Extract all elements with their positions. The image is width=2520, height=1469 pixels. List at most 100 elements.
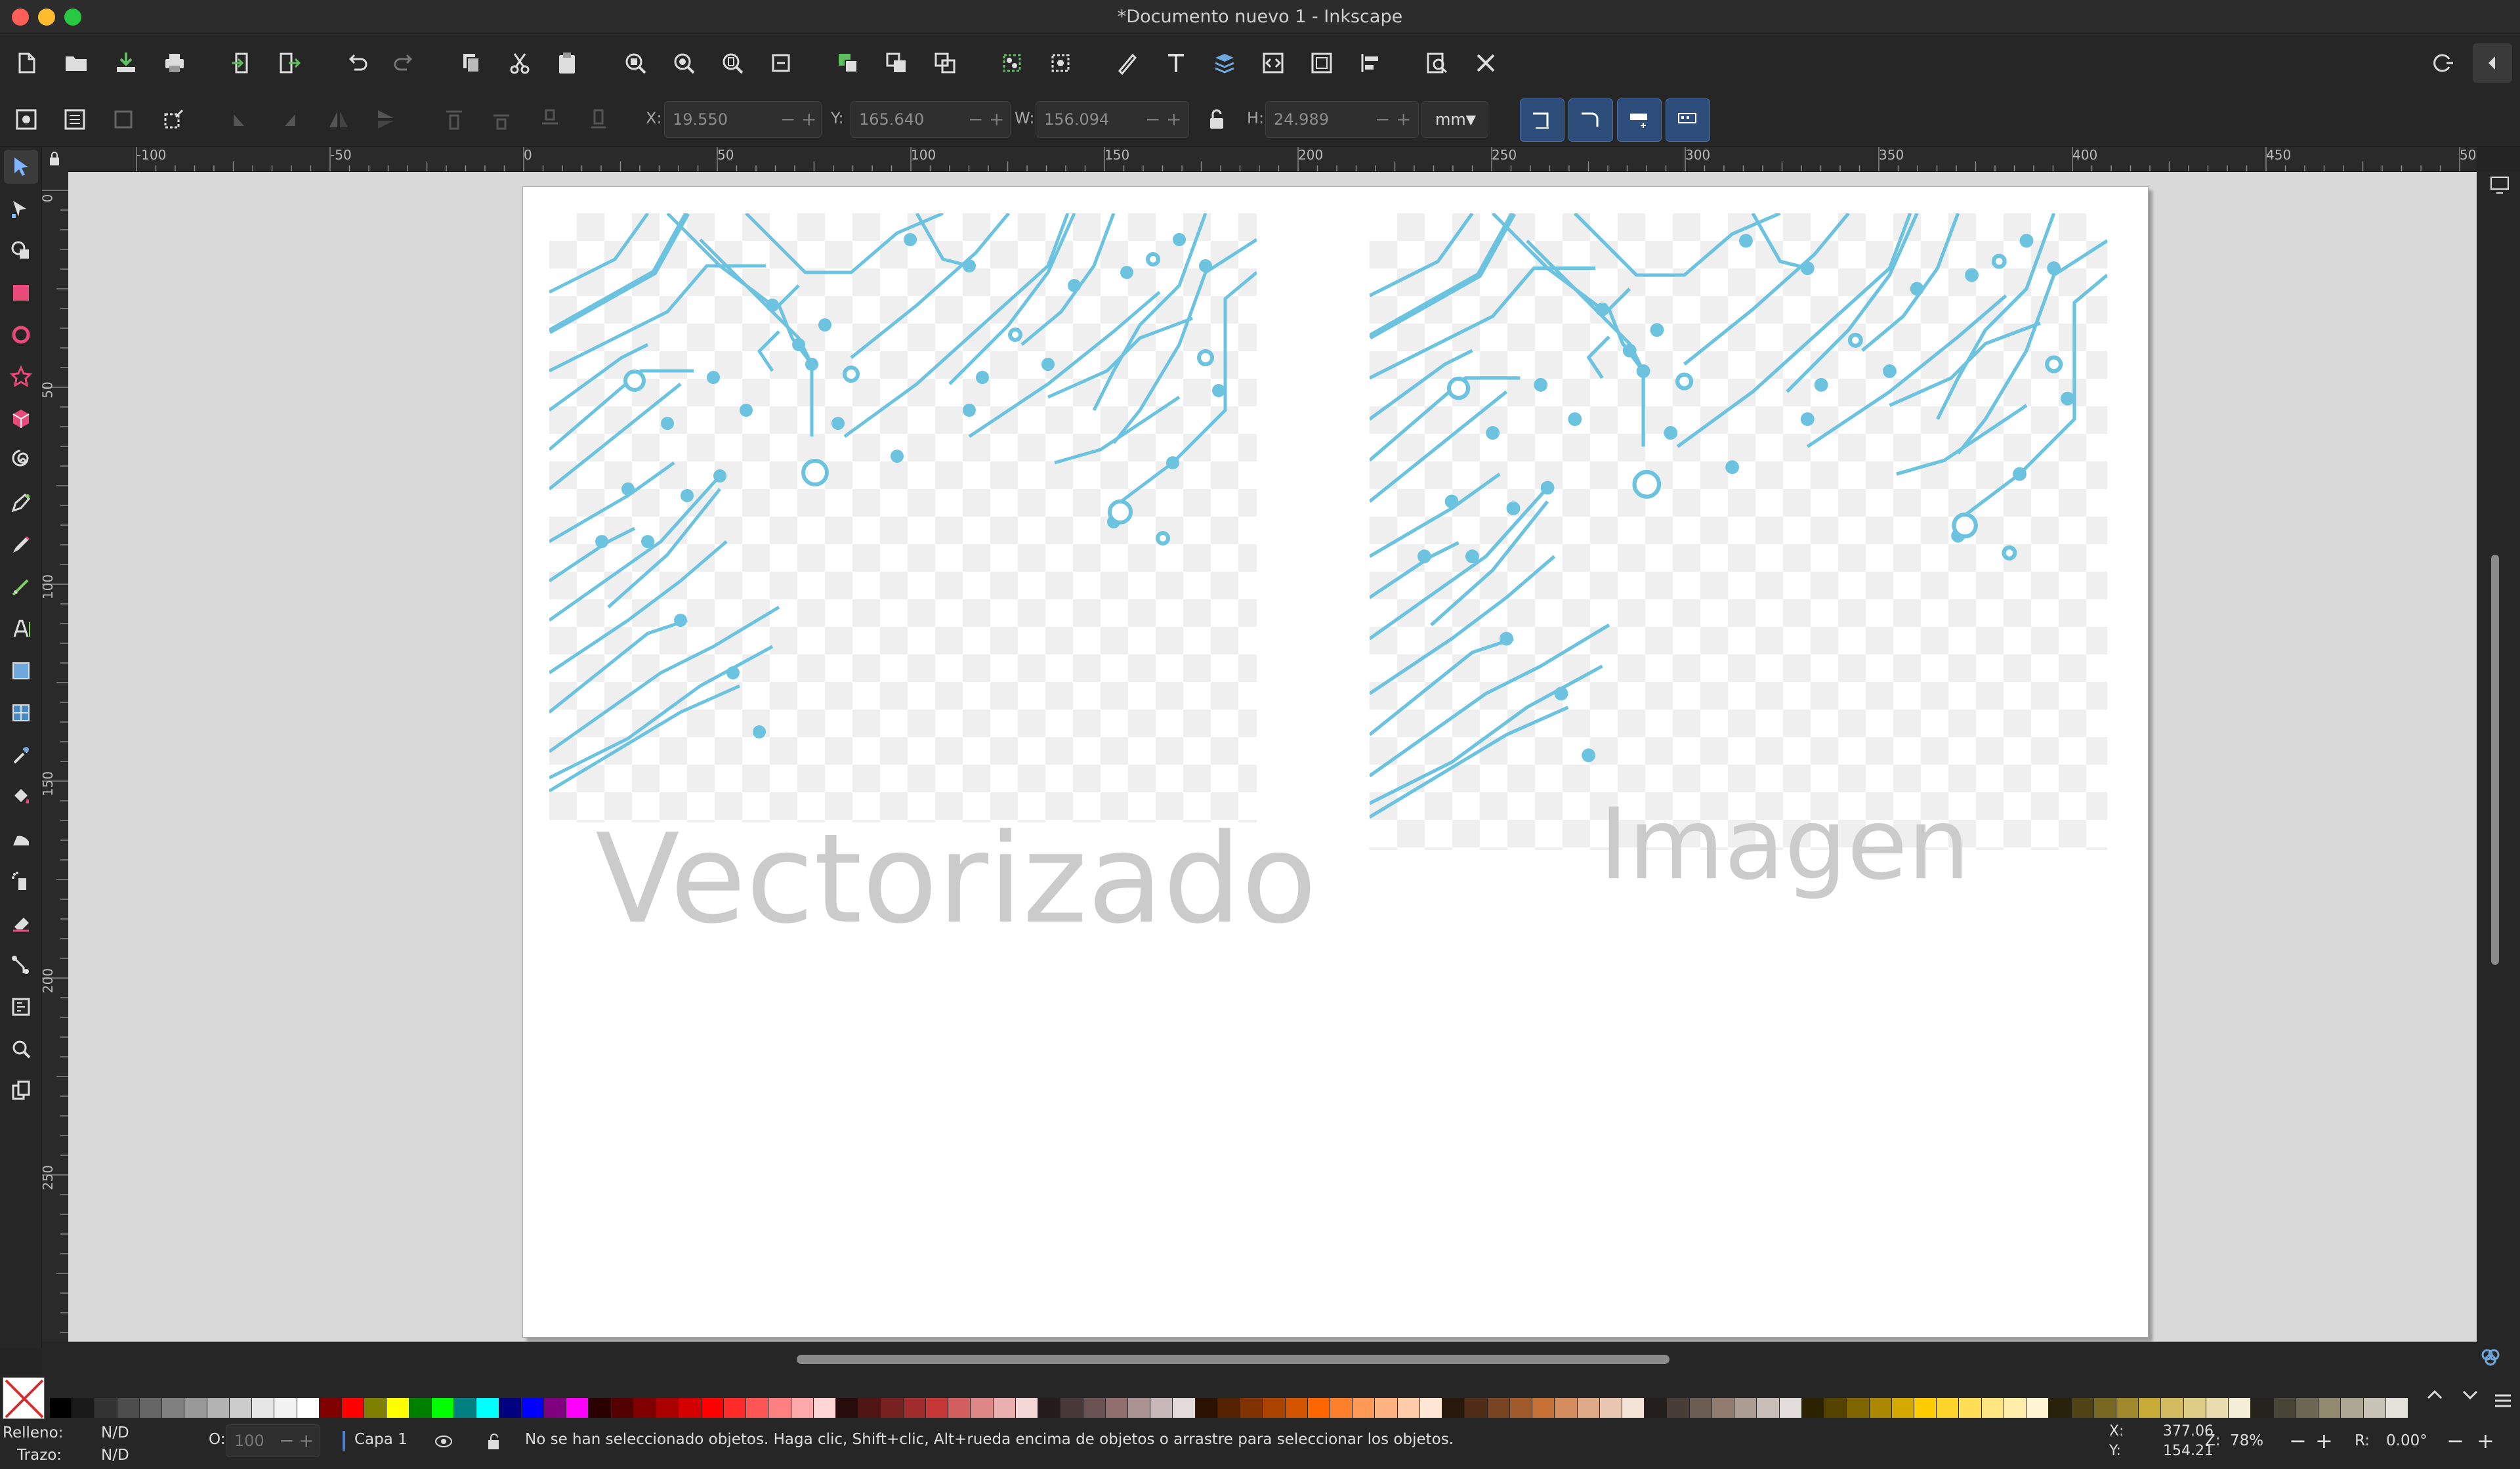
clone-button[interactable] [877, 43, 916, 83]
import-button[interactable] [222, 43, 261, 83]
color-swatch[interactable] [2161, 1398, 2183, 1418]
color-swatch[interactable] [1285, 1398, 1307, 1418]
color-swatch[interactable] [1330, 1398, 1353, 1418]
ellipse-tool[interactable] [4, 318, 38, 352]
color-swatch[interactable] [1891, 1398, 1914, 1418]
color-swatch[interactable] [1959, 1398, 1981, 1418]
color-swatch[interactable] [925, 1398, 948, 1418]
color-swatch[interactable] [2251, 1398, 2273, 1418]
color-swatch[interactable] [476, 1398, 499, 1418]
unlink-clone-button[interactable] [925, 43, 965, 83]
color-swatch[interactable] [431, 1398, 454, 1418]
color-swatch[interactable] [1465, 1398, 1487, 1418]
text-tool[interactable] [4, 612, 38, 646]
x-spinbox[interactable]: − + [664, 101, 822, 138]
color-swatch[interactable] [1397, 1398, 1419, 1418]
rotate-ccw-button[interactable]: − [2446, 1428, 2464, 1453]
selector-tool[interactable] [4, 150, 38, 184]
select-all-layers-button[interactable] [55, 100, 94, 139]
color-swatch[interactable] [858, 1398, 881, 1418]
calligraphy-tool[interactable] [4, 570, 38, 604]
color-swatch[interactable] [409, 1398, 431, 1418]
vectorized-circuit-art[interactable] [547, 211, 1258, 822]
deselect-button[interactable] [104, 100, 143, 139]
color-swatch[interactable] [72, 1398, 94, 1418]
rotation-value[interactable]: 0.00° [2386, 1432, 2427, 1449]
color-swatch[interactable] [1375, 1398, 1397, 1418]
decrement-icon[interactable]: − [968, 102, 983, 137]
horizontal-scrollbar[interactable] [797, 1355, 1670, 1364]
flip-vertical-button[interactable] [366, 100, 406, 139]
color-swatch[interactable] [1487, 1398, 1509, 1418]
color-swatch[interactable] [274, 1398, 297, 1418]
color-swatch[interactable] [1442, 1398, 1465, 1418]
color-swatch[interactable] [1127, 1398, 1150, 1418]
color-swatch[interactable] [971, 1398, 993, 1418]
color-swatch[interactable] [1801, 1398, 1824, 1418]
color-swatch[interactable] [1847, 1398, 1869, 1418]
flip-horizontal-button[interactable] [319, 100, 358, 139]
color-swatch[interactable] [1824, 1398, 1847, 1418]
color-swatch[interactable] [881, 1398, 903, 1418]
color-swatch[interactable] [139, 1398, 162, 1418]
color-swatch[interactable] [813, 1398, 835, 1418]
zoom-page-button[interactable] [713, 43, 752, 83]
opacity-spinbox[interactable]: − + [226, 1424, 320, 1457]
color-swatch[interactable] [679, 1398, 701, 1418]
color-swatch[interactable] [791, 1398, 813, 1418]
color-swatch[interactable] [1240, 1398, 1263, 1418]
zoom-tool[interactable] [4, 1032, 38, 1066]
tweak-tool[interactable] [4, 822, 38, 856]
eraser-tool[interactable] [4, 906, 38, 940]
node-tool[interactable] [4, 192, 38, 226]
color-swatch[interactable] [94, 1398, 117, 1418]
color-swatch[interactable] [1353, 1398, 1375, 1418]
transform-toggle-button[interactable] [154, 100, 193, 139]
color-swatch[interactable] [2071, 1398, 2093, 1418]
zoom-out-button[interactable]: − [2289, 1428, 2307, 1453]
color-swatch[interactable] [746, 1398, 768, 1418]
color-swatch[interactable] [1195, 1398, 1217, 1418]
color-swatch[interactable] [2341, 1398, 2363, 1418]
color-swatch[interactable] [1757, 1398, 1779, 1418]
color-swatch[interactable] [2139, 1398, 2161, 1418]
print-button[interactable] [155, 43, 194, 83]
color-swatch[interactable] [544, 1398, 566, 1418]
lower-to-bottom-button[interactable] [579, 100, 618, 139]
color-swatch[interactable] [229, 1398, 252, 1418]
color-swatch[interactable] [1307, 1398, 1330, 1418]
color-swatch[interactable] [2183, 1398, 2206, 1418]
color-swatch[interactable] [1689, 1398, 1712, 1418]
x-input[interactable] [673, 102, 751, 137]
rotate-ccw-button[interactable] [220, 100, 260, 139]
lock-proportions-button[interactable] [1197, 100, 1236, 139]
color-swatch[interactable] [566, 1398, 589, 1418]
select-all-button[interactable] [7, 100, 46, 139]
fill-stroke-button[interactable] [1108, 43, 1147, 83]
color-swatch[interactable] [2385, 1398, 2408, 1418]
layers-button[interactable] [1205, 43, 1244, 83]
color-swatch[interactable] [1419, 1398, 1442, 1418]
3d-box-tool[interactable] [4, 402, 38, 436]
fill-indicator[interactable]: N/D [101, 1424, 129, 1441]
color-swatch[interactable] [2049, 1398, 2071, 1418]
preferences-button[interactable] [1466, 43, 1505, 83]
w-spinbox[interactable]: − + [1036, 101, 1189, 138]
color-swatch[interactable] [1217, 1398, 1240, 1418]
opacity-input[interactable] [234, 1425, 280, 1457]
star-tool[interactable] [4, 360, 38, 394]
palette-scroll-up[interactable] [2422, 1381, 2448, 1407]
group-button[interactable] [992, 43, 1032, 83]
ungroup-button[interactable] [1041, 43, 1080, 83]
color-swatch[interactable] [903, 1398, 925, 1418]
color-swatch[interactable] [1038, 1398, 1060, 1418]
no-paint-swatch[interactable] [3, 1377, 45, 1419]
color-swatch[interactable] [319, 1398, 341, 1418]
text-font-button[interactable] [1156, 43, 1196, 83]
color-swatch[interactable] [2229, 1398, 2251, 1418]
h-spinbox[interactable]: − + [1265, 101, 1419, 138]
dropper-tool[interactable] [4, 738, 38, 772]
spiral-tool[interactable] [4, 444, 38, 478]
decrement-icon[interactable]: − [780, 102, 795, 137]
vectorized-label[interactable]: Vectorizado [595, 807, 1317, 951]
